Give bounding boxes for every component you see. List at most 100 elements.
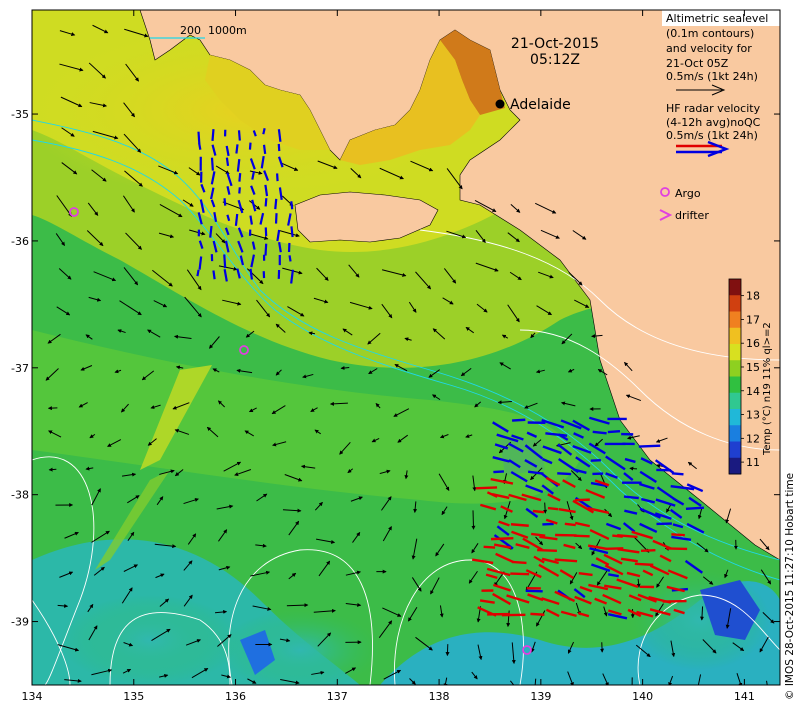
hf-radar-arrow [685,506,705,511]
hf-radar-arrow [532,509,545,514]
legend-radar-line-1: HF radar velocity [666,102,761,115]
hf-radar-arrow [638,444,661,448]
hf-radar-arrow [234,213,239,226]
hf-radar-arrow [640,548,656,552]
hf-radar-arrow [277,129,282,142]
hf-radar-arrow [209,225,213,238]
legend-radar-line-2: (4-12h avg)noQC [666,116,761,129]
colorbar-label: Temp (°C) n19 11% ql>=2 [762,322,773,456]
legend-altimetry-line-4: 21-Oct 05Z [666,57,729,70]
hf-radar-arrow [288,255,292,262]
city-label: Adelaide [510,97,571,113]
scale-bar-label-long: 1000m [208,24,247,37]
hf-radar-arrow [249,268,254,280]
hf-radar-arrow [212,270,216,280]
hf-radar-arrow [493,470,505,474]
hf-radar-arrow [564,522,576,527]
hf-radar-arrow [557,472,572,476]
colorbar-tick-label: 15 [746,361,760,374]
legend-radar-line-3: 0.5m/s (1kt 24h) [666,129,758,142]
hf-radar-arrow [197,131,201,144]
colorbar-tick-label: 13 [746,409,760,422]
hf-radar-arrow [554,558,578,563]
colorbar-tick-label: 14 [746,385,760,398]
hf-radar-arrow [623,495,639,500]
colorbar-tick-label: 12 [746,432,760,445]
hf-radar-arrow [483,545,496,549]
x-tick-label: 135 [123,690,144,703]
hf-radar-arrow [238,172,242,182]
hf-radar-arrow [592,430,607,435]
y-tick-label: -37 [11,362,29,375]
credit-text: © IMOS 28-Oct-2015 11:27:10 Hobart time [784,472,796,700]
hf-radar-arrow [530,612,545,616]
time-label: 05:12Z [530,52,580,68]
hf-radar-arrow [671,533,685,537]
altimetry-velocity-arrow [48,467,57,472]
hf-radar-arrow [274,198,278,210]
hf-radar-arrow [237,130,241,141]
hf-radar-arrow [274,213,278,224]
hf-radar-arrow [196,269,200,277]
hf-radar-arrow [537,548,557,553]
hf-radar-arrow [262,144,267,154]
hf-radar-arrow [235,144,239,154]
hf-radar-arrow [510,523,529,527]
colorbar-tick-label: 17 [746,313,760,326]
colorbar-tick-label: 18 [746,290,760,303]
hf-radar-arrow [475,486,498,490]
colorbar-tick-label: 16 [746,337,760,350]
hf-radar-arrow [248,142,252,150]
hf-radar-arrow [574,498,590,502]
legend-altimetry-line-2: (0.1m contours) [666,27,754,40]
hf-radar-arrow [223,254,227,269]
hf-radar-arrow [249,215,253,225]
hf-radar-arrow [223,198,227,206]
hf-radar-arrow [634,562,654,567]
x-tick-label: 134 [22,690,43,703]
adelaide-marker [495,99,505,109]
hf-radar-arrow [671,472,684,476]
hf-radar-arrow [198,143,202,150]
x-tick-label: 138 [429,690,450,703]
hf-radar-arrow [510,572,530,576]
hf-radar-arrow [238,187,241,194]
legend-altimetry-line-1: Altimetric sealevel [666,12,768,25]
hf-radar-arrow [290,226,294,238]
altimetry-velocity-arrow [629,466,638,471]
altimetry-velocity-arrow [543,502,548,514]
y-tick-label: -39 [11,616,29,629]
hf-radar-arrow [511,560,527,565]
legend-drifter-label: drifter [675,209,709,222]
hf-radar-arrow [666,547,688,551]
date-label: 21-Oct-2015 [511,36,599,52]
hf-radar-arrow [490,536,514,541]
hf-radar-arrow [211,129,215,141]
hf-radar-arrow [225,157,230,166]
x-tick-label: 139 [530,690,551,703]
hf-radar-arrow [262,128,266,135]
hf-radar-arrow [573,534,590,538]
y-tick-label: -35 [11,108,29,121]
x-tick-label: 137 [327,690,348,703]
y-tick-label: -36 [11,235,29,248]
hf-radar-arrow [264,198,268,207]
altimetry-velocity-arrow [471,510,476,530]
hf-radar-arrow [590,458,601,462]
hf-radar-arrow [264,243,268,256]
hf-radar-arrow [210,157,214,171]
scale-bar-label-short: 200 [180,24,201,37]
y-tick-label: -38 [11,489,29,502]
x-tick-label: 141 [734,690,755,703]
hf-radar-arrow [607,429,621,434]
hf-radar-arrow [512,418,526,422]
x-tick-label: 140 [632,690,653,703]
hf-radar-arrow [290,201,294,210]
map-canvas: Adelaide 200 1000m 21-Oct-2015 05:12Z Al… [11,9,781,703]
hf-radar-arrow [547,506,559,511]
legend-altimetry-line-5: 0.5m/s (1kt 24h) [666,70,758,83]
colorbar-tick-label: 11 [746,456,760,469]
x-tick-label: 136 [225,690,246,703]
legend-argo-label: Argo [675,187,701,200]
legend-altimetry-line-3: and velocity for [666,42,752,55]
